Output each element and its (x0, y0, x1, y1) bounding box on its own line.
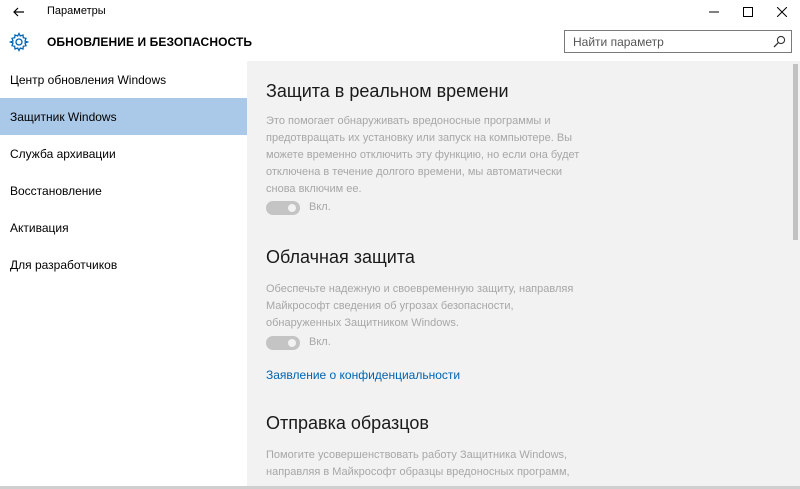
sidebar-item-label: Защитник Windows (10, 109, 117, 124)
title-bar: Параметры (0, 0, 800, 24)
description-line: Это помогает обнаруживать вредоносные пр… (266, 115, 551, 127)
maximize-icon (743, 7, 753, 17)
description-line: отключена в течение долгого времени, мы … (266, 166, 563, 178)
sidebar-item-activation[interactable]: Активация (0, 209, 247, 246)
back-button[interactable] (0, 0, 38, 24)
search-input[interactable] (565, 31, 773, 52)
page-header: ОБНОВЛЕНИЕ И БЕЗОПАСНОСТЬ (0, 24, 800, 61)
realtime-protection-title: Защита в реальном времени (266, 81, 509, 101)
close-icon (777, 7, 787, 17)
cloud-protection-toggle[interactable] (266, 336, 300, 350)
sidebar-item-backup[interactable]: Служба архивации (0, 135, 247, 172)
search-box[interactable] (564, 30, 792, 53)
toggle-knob (288, 339, 296, 347)
scrollbar-thumb[interactable] (793, 64, 798, 240)
cloud-protection-toggle-label: Вкл. (309, 336, 331, 348)
minimize-button[interactable] (697, 0, 731, 24)
cloud-protection-title: Облачная защита (266, 247, 415, 267)
window-title: Параметры (47, 5, 106, 17)
description-line: можете временно отключить эту функцию, н… (266, 149, 580, 161)
realtime-protection-toggle[interactable] (266, 201, 300, 215)
sidebar-item-label: Центр обновления Windows (10, 72, 167, 87)
toggle-knob (288, 204, 296, 212)
cloud-protection-description: Обеспечьте надежную и своевременную защи… (266, 281, 606, 332)
content-pane: Защита в реальном времени Это помогает о… (247, 61, 790, 489)
maximize-button[interactable] (731, 0, 765, 24)
realtime-protection-toggle-label: Вкл. (309, 201, 331, 213)
description-line: Помогите усовершенствовать работу Защитн… (266, 449, 568, 461)
sidebar-item-label: Восстановление (10, 183, 102, 198)
sidebar-item-label: Для разработчиков (10, 257, 118, 272)
sidebar-item-label: Активация (10, 220, 69, 235)
description-line: Обеспечьте надежную и своевременную защи… (266, 283, 574, 295)
sample-submission-title: Отправка образцов (266, 413, 429, 433)
search-icon[interactable] (773, 35, 786, 48)
description-line: направляя в Майкрософт образцы вредоносн… (266, 466, 570, 478)
back-arrow-icon (13, 7, 24, 17)
realtime-protection-description: Это помогает обнаруживать вредоносные пр… (266, 113, 606, 198)
sidebar-item-label: Служба архивации (10, 146, 116, 161)
gear-icon (9, 32, 29, 52)
sidebar-item-windows-update[interactable]: Центр обновления Windows (0, 61, 247, 98)
close-button[interactable] (765, 0, 799, 24)
description-line: обнаруженных Защитником Windows. (266, 317, 459, 329)
sidebar-item-developers[interactable]: Для разработчиков (0, 246, 247, 283)
sidebar: Центр обновления Windows Защитник Window… (0, 61, 247, 489)
privacy-statement-link[interactable]: Заявление о конфиденциальности (266, 368, 460, 382)
sidebar-item-windows-defender[interactable]: Защитник Windows (0, 98, 247, 135)
description-line: предотвращать их установку или запуск на… (266, 132, 573, 144)
minimize-icon (709, 11, 719, 13)
sample-submission-description: Помогите усовершенствовать работу Защитн… (266, 447, 606, 481)
sidebar-item-recovery[interactable]: Восстановление (0, 172, 247, 209)
description-line: Майкрософт сведения об угрозах безопасно… (266, 300, 514, 312)
page-title: ОБНОВЛЕНИЕ И БЕЗОПАСНОСТЬ (47, 35, 253, 49)
description-line: снова включим ее. (266, 183, 362, 195)
